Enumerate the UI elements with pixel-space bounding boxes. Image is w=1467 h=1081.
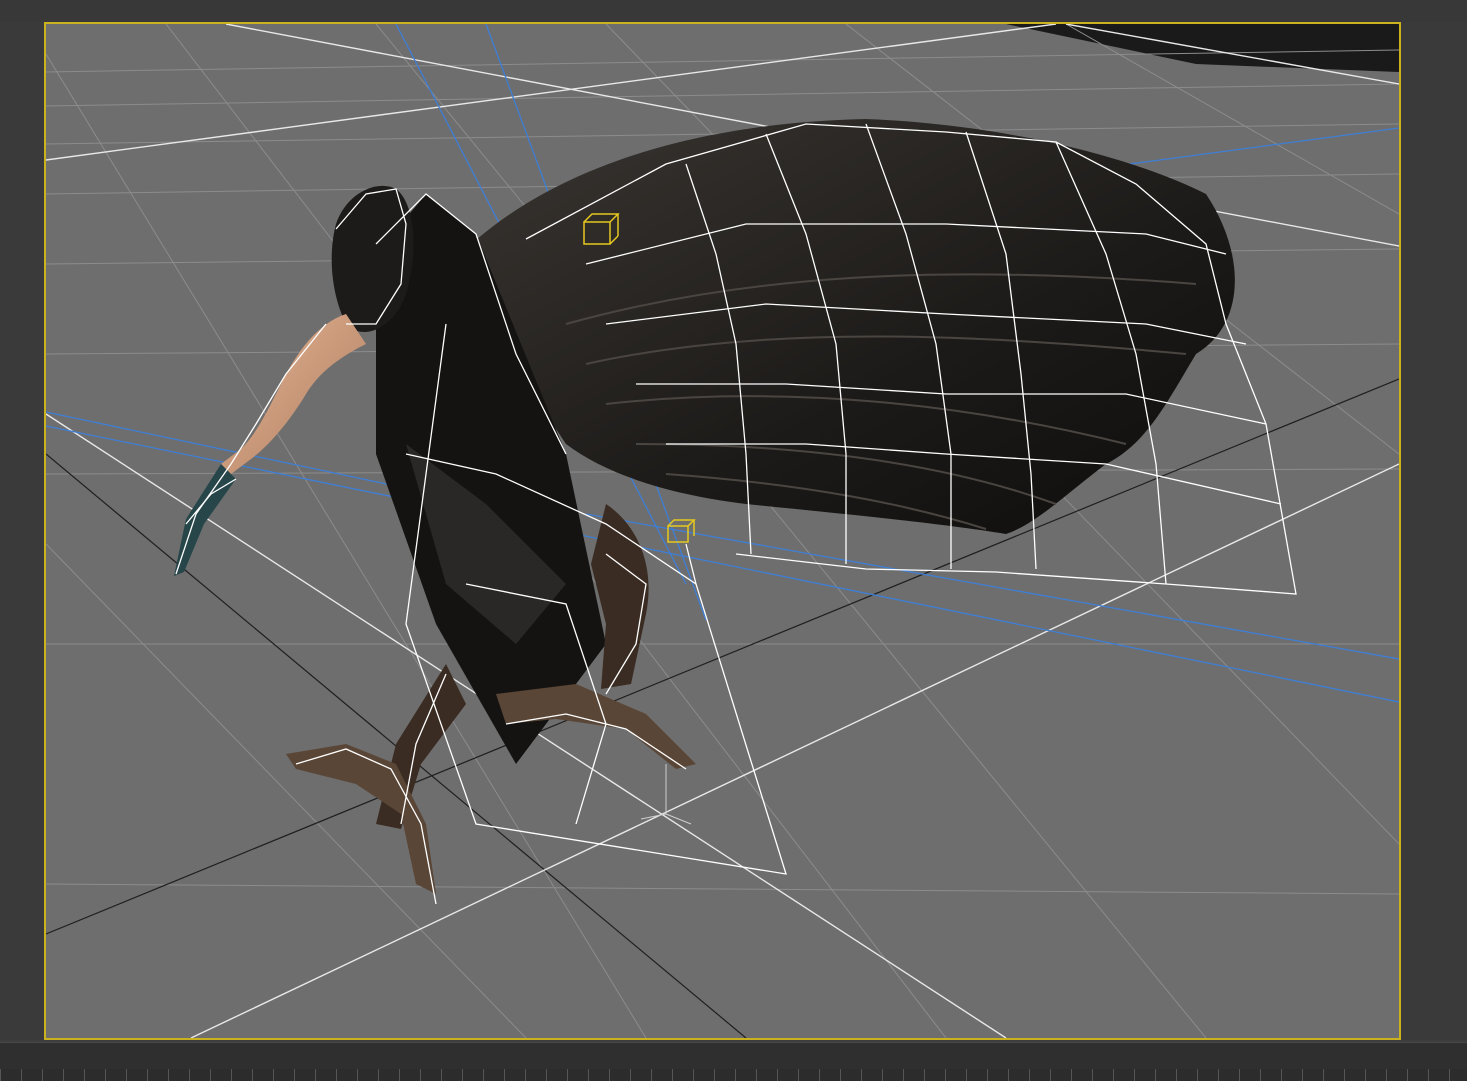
perspective-viewport[interactable] [44,22,1401,1040]
timeline-bar[interactable] [0,1042,1467,1081]
top-toolbar [0,0,1467,22]
timeline-track[interactable] [0,1069,1467,1081]
wing-mesh[interactable] [376,119,1235,764]
right-panel-frame [1401,22,1467,1040]
left-panel-frame [0,22,44,1040]
transform-gizmo-icon[interactable] [640,764,692,825]
viewport-canvas[interactable] [46,24,1399,1038]
